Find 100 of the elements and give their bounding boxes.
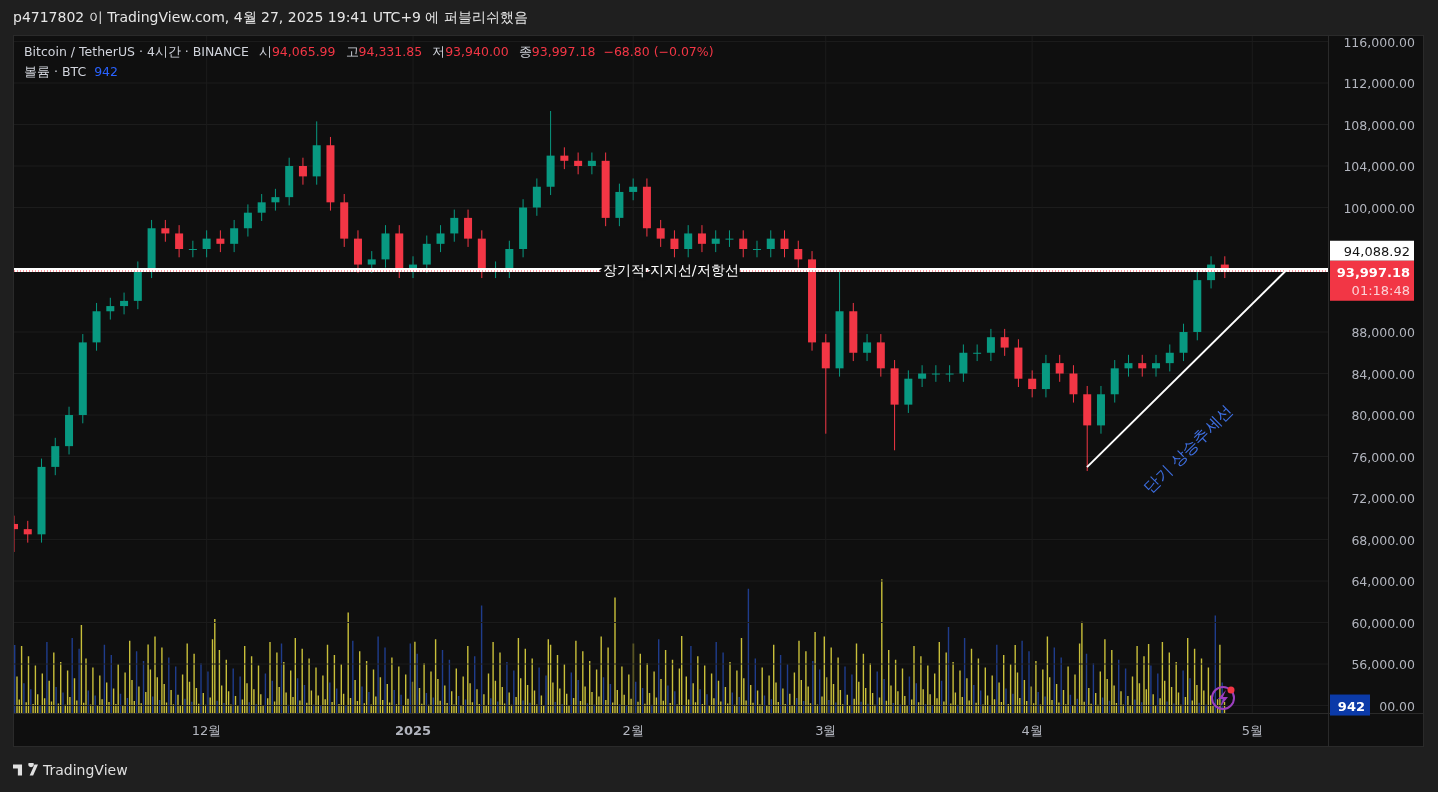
candlestick xyxy=(464,209,473,248)
candlestick xyxy=(863,333,872,362)
candlestick xyxy=(133,260,142,310)
candlestick xyxy=(725,229,734,248)
candlestick xyxy=(51,437,60,476)
price-tick-label: 00.00 xyxy=(1379,698,1415,714)
candlestick xyxy=(766,229,775,258)
candlestick xyxy=(587,152,596,175)
price-tick-label: 100,000.00 xyxy=(1343,200,1415,216)
line-label: 장기적 지지선/저항선 xyxy=(603,261,739,278)
price-tick-label: 112,000.00 xyxy=(1343,76,1415,91)
brand-name[interactable]: TradingView xyxy=(43,761,128,778)
candlestick xyxy=(312,120,321,186)
candlestick xyxy=(106,297,115,321)
time-tick-label: 5월 xyxy=(1241,723,1263,738)
candlestick xyxy=(1220,255,1229,279)
price-tick-label: 76,000.00 xyxy=(1351,449,1415,465)
ohlc-label: 저 xyxy=(432,44,446,61)
lightning-icon[interactable] xyxy=(1211,686,1235,710)
candlestick xyxy=(354,229,362,274)
time-tick-label: 2025 xyxy=(394,723,432,738)
candlestick xyxy=(711,229,720,253)
candlestick xyxy=(973,343,982,362)
candlestick xyxy=(1110,359,1119,404)
candlestick xyxy=(120,292,129,315)
candlestick xyxy=(216,229,225,253)
candlestick xyxy=(395,224,404,279)
price-tick-label: 72,000.00 xyxy=(1351,491,1415,506)
candlestick xyxy=(629,177,638,201)
candlestick xyxy=(656,219,665,248)
candlestick xyxy=(367,250,376,274)
ohlc-value: 94,331.85 xyxy=(358,44,423,59)
publish-caption: p4717802 이 TradingView.com, 4월 27, 2025 19:41 UTC+9 에 퍼블리쉬했음 xyxy=(13,8,528,27)
candlestick xyxy=(65,406,74,455)
candlestick xyxy=(753,240,761,258)
candlestick xyxy=(450,209,459,243)
candlestick xyxy=(23,520,32,544)
last-price-badge: 93,997.18 01:18:48 xyxy=(1330,260,1414,301)
candlestick xyxy=(876,333,885,378)
candlestick xyxy=(1055,354,1064,383)
ohlc-value: 93,997.18 xyxy=(531,44,596,59)
candlestick xyxy=(615,183,624,227)
candlestick xyxy=(1014,338,1023,388)
candlestick xyxy=(285,157,294,206)
candlestick xyxy=(849,302,858,362)
price-tick-label: 116,000.00 xyxy=(1343,36,1415,50)
candlestick xyxy=(1124,354,1133,378)
candlestick xyxy=(14,515,18,553)
time-tick-label: 12월 xyxy=(191,723,222,738)
candlestick xyxy=(1041,354,1050,398)
price-tick-label: 60,000.00 xyxy=(1351,615,1415,631)
candlestick xyxy=(780,229,789,258)
candlestick xyxy=(1193,271,1202,341)
candlestick xyxy=(1000,328,1009,357)
ohlc-label: 종 xyxy=(518,44,532,61)
candlestick xyxy=(532,177,541,217)
candlestick xyxy=(477,229,486,279)
candlestick xyxy=(175,224,184,258)
candlestick xyxy=(697,224,706,253)
price-tick-label: 84,000.00 xyxy=(1351,366,1415,382)
time-tick-label: 3월 xyxy=(815,723,837,738)
candlestick xyxy=(243,203,252,238)
candlestick xyxy=(1165,343,1174,372)
price-tick-label: 80,000.00 xyxy=(1351,408,1415,423)
candlestick xyxy=(931,364,940,383)
volume-value: 942 xyxy=(94,64,118,79)
candlestick xyxy=(1152,354,1160,378)
candlestick xyxy=(794,240,803,269)
candlestick xyxy=(918,364,927,388)
candlestick xyxy=(381,224,390,269)
candlestick xyxy=(642,177,651,238)
candlestick xyxy=(161,219,170,243)
candlestick xyxy=(1028,369,1037,398)
candlestick xyxy=(1179,323,1188,362)
candlestick xyxy=(986,328,995,362)
candlestick xyxy=(340,193,349,248)
candlestick xyxy=(257,193,266,222)
candlestick xyxy=(904,369,913,414)
candlestick xyxy=(1207,255,1216,289)
price-tick-label: 108,000.00 xyxy=(1343,117,1415,133)
candlestick xyxy=(298,157,307,186)
price-tick-label: 64,000.00 xyxy=(1351,574,1415,589)
line-price-badge: 94,088.92 xyxy=(1330,240,1414,261)
price-change: −68.80 (−0.07%) xyxy=(603,44,714,59)
candlestick xyxy=(560,146,569,170)
candlestick xyxy=(1069,364,1078,404)
candlestick xyxy=(436,224,445,253)
ohlc-value: 94,065.99 xyxy=(271,44,336,59)
logo-icon[interactable] xyxy=(13,762,38,777)
candlestick xyxy=(684,224,693,258)
candlestick xyxy=(422,235,431,274)
ohlc-value: 93,940.00 xyxy=(445,44,509,59)
price-tick-label: 104,000.00 xyxy=(1343,159,1415,174)
candlestick xyxy=(739,229,748,258)
candlestick xyxy=(147,219,156,279)
candlestick xyxy=(574,152,583,175)
symbol-title: Bitcoin / TetherUS · 4시간 · BINANCE xyxy=(24,44,249,61)
candlestick xyxy=(409,255,417,279)
ohlc-label: 고 xyxy=(345,44,359,61)
candlestick xyxy=(670,229,679,258)
